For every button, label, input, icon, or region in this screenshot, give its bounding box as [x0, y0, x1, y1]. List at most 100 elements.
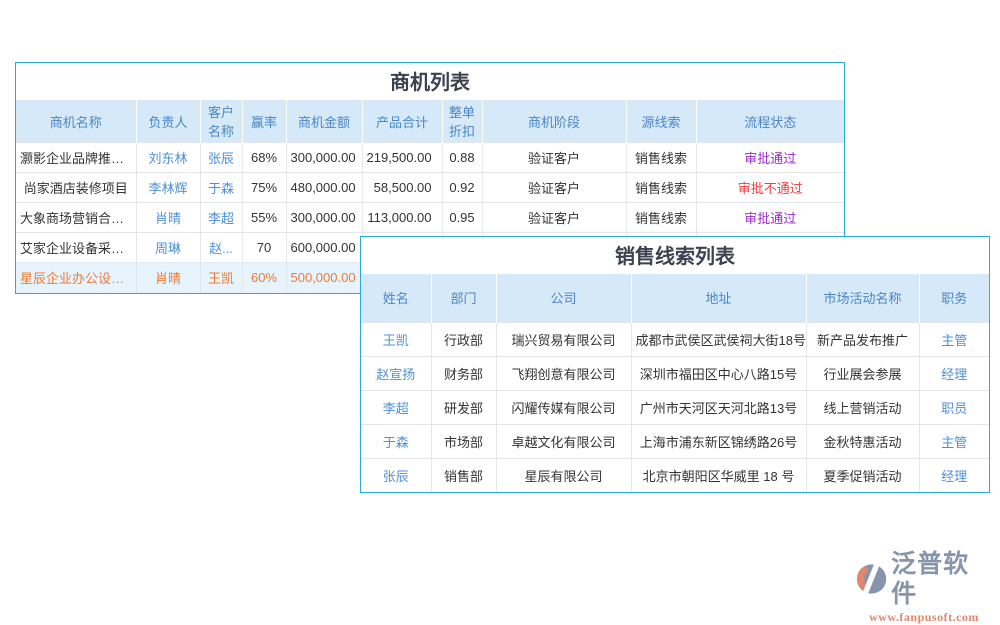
cell-department: 市场部: [431, 424, 496, 458]
column-header: 客户名称: [200, 100, 242, 143]
cell-company: 卓越文化有限公司: [496, 424, 631, 458]
fanpu-logo-icon: [856, 563, 887, 595]
cell-discount: 0.88: [442, 143, 482, 173]
cell-address: 广州市天河区天河北路13号: [631, 390, 806, 424]
cell-customer[interactable]: 于森: [200, 173, 242, 203]
cell-amount: 300,000.00: [286, 143, 362, 173]
cell-address: 成都市武侯区武侯祠大街18号: [631, 322, 806, 356]
cell-win_rate: 75%: [242, 173, 286, 203]
cell-amount: 300,000.00: [286, 203, 362, 233]
cell-customer[interactable]: 赵...: [200, 233, 242, 263]
cell-company: 飞翔创意有限公司: [496, 356, 631, 390]
cell-product_total: 113,000.00: [362, 203, 442, 233]
column-header: 部门: [431, 274, 496, 322]
cell-name[interactable]: 王凯: [361, 322, 431, 356]
column-header: 公司: [496, 274, 631, 322]
cell-name[interactable]: 于森: [361, 424, 431, 458]
cell-stage: 验证客户: [482, 203, 626, 233]
cell-campaign: 行业展会参展: [806, 356, 919, 390]
column-header: 赢率: [242, 100, 286, 143]
column-header: 姓名: [361, 274, 431, 322]
column-header: 负责人: [136, 100, 200, 143]
lead-row[interactable]: 赵宣扬财务部飞翔创意有限公司深圳市福田区中心八路15号行业展会参展经理: [361, 356, 989, 390]
column-header: 地址: [631, 274, 806, 322]
cell-customer[interactable]: 李超: [200, 203, 242, 233]
lead-row[interactable]: 于森市场部卓越文化有限公司上海市浦东新区锦绣路26号金秋特惠活动主管: [361, 424, 989, 458]
opportunity-row[interactable]: 灏影企业品牌推广...刘东林张辰68%300,000.00219,500.000…: [16, 143, 844, 173]
lead-row[interactable]: 王凯行政部瑞兴贸易有限公司成都市武侯区武侯祠大街18号新产品发布推广主管: [361, 322, 989, 356]
brand-website: www.fanpusoft.com: [856, 610, 992, 625]
cell-source: 销售线索: [626, 143, 696, 173]
column-header: 产品合计: [362, 100, 442, 143]
cell-discount: 0.95: [442, 203, 482, 233]
opportunity-header-row: 商机名称负责人客户名称赢率商机金额产品合计整单折扣商机阶段源线索流程状态: [16, 100, 844, 143]
cell-address: 北京市朝阳区华威里 18 号: [631, 458, 806, 492]
cell-stage: 验证客户: [482, 173, 626, 203]
column-header: 职务: [919, 274, 989, 322]
cell-source: 销售线索: [626, 203, 696, 233]
cell-campaign: 新产品发布推广: [806, 322, 919, 356]
cell-name: 星辰企业办公设备...: [16, 263, 136, 293]
cell-win_rate: 70: [242, 233, 286, 263]
leads-table: 姓名部门公司地址市场活动名称职务 王凯行政部瑞兴贸易有限公司成都市武侯区武侯祠大…: [361, 274, 989, 492]
cell-department: 研发部: [431, 390, 496, 424]
cell-company: 星辰有限公司: [496, 458, 631, 492]
cell-owner[interactable]: 周琳: [136, 233, 200, 263]
cell-job[interactable]: 经理: [919, 356, 989, 390]
opportunity-row[interactable]: 大象商场营销合作...肖晴李超55%300,000.00113,000.000.…: [16, 203, 844, 233]
column-header: 流程状态: [696, 100, 844, 143]
cell-name: 艾家企业设备采购...: [16, 233, 136, 263]
cell-amount: 600,000.00: [286, 233, 362, 263]
column-header: 整单折扣: [442, 100, 482, 143]
opportunity-row[interactable]: 尚家酒店装修项目李林辉于森75%480,000.0058,500.000.92验…: [16, 173, 844, 203]
cell-name[interactable]: 张辰: [361, 458, 431, 492]
brand-footer: 泛普软件 www.fanpusoft.com: [856, 549, 992, 625]
cell-owner[interactable]: 肖晴: [136, 203, 200, 233]
cell-customer[interactable]: 王凯: [200, 263, 242, 293]
column-header: 源线索: [626, 100, 696, 143]
lead-row[interactable]: 李超研发部闪耀传媒有限公司广州市天河区天河北路13号线上营销活动职员: [361, 390, 989, 424]
cell-source: 销售线索: [626, 173, 696, 203]
cell-job[interactable]: 主管: [919, 424, 989, 458]
cell-status[interactable]: 审批通过: [696, 203, 844, 233]
cell-job[interactable]: 经理: [919, 458, 989, 492]
cell-department: 销售部: [431, 458, 496, 492]
cell-product_total: 58,500.00: [362, 173, 442, 203]
cell-job[interactable]: 职员: [919, 390, 989, 424]
leads-table-title: 销售线索列表: [361, 237, 989, 274]
cell-owner[interactable]: 刘东林: [136, 143, 200, 173]
brand-name: 泛普软件: [891, 549, 992, 609]
cell-win_rate: 68%: [242, 143, 286, 173]
cell-amount: 480,000.00: [286, 173, 362, 203]
cell-name: 灏影企业品牌推广...: [16, 143, 136, 173]
cell-win_rate: 60%: [242, 263, 286, 293]
column-header: 商机名称: [16, 100, 136, 143]
cell-owner[interactable]: 肖晴: [136, 263, 200, 293]
cell-address: 深圳市福田区中心八路15号: [631, 356, 806, 390]
lead-row[interactable]: 张辰销售部星辰有限公司北京市朝阳区华威里 18 号夏季促销活动经理: [361, 458, 989, 492]
cell-win_rate: 55%: [242, 203, 286, 233]
cell-name: 大象商场营销合作...: [16, 203, 136, 233]
cell-company: 瑞兴贸易有限公司: [496, 322, 631, 356]
cell-company: 闪耀传媒有限公司: [496, 390, 631, 424]
leads-table-card: 销售线索列表 姓名部门公司地址市场活动名称职务 王凯行政部瑞兴贸易有限公司成都市…: [360, 236, 990, 493]
cell-owner[interactable]: 李林辉: [136, 173, 200, 203]
cell-status[interactable]: 审批通过: [696, 143, 844, 173]
cell-address: 上海市浦东新区锦绣路26号: [631, 424, 806, 458]
cell-campaign: 线上营销活动: [806, 390, 919, 424]
cell-stage: 验证客户: [482, 143, 626, 173]
cell-name[interactable]: 李超: [361, 390, 431, 424]
cell-job[interactable]: 主管: [919, 322, 989, 356]
cell-amount: 500,000.00: [286, 263, 362, 293]
cell-discount: 0.92: [442, 173, 482, 203]
leads-header-row: 姓名部门公司地址市场活动名称职务: [361, 274, 989, 322]
column-header: 市场活动名称: [806, 274, 919, 322]
cell-campaign: 夏季促销活动: [806, 458, 919, 492]
cell-status[interactable]: 审批不通过: [696, 173, 844, 203]
cell-name[interactable]: 赵宣扬: [361, 356, 431, 390]
cell-department: 行政部: [431, 322, 496, 356]
cell-department: 财务部: [431, 356, 496, 390]
opportunity-table-title: 商机列表: [16, 63, 844, 100]
cell-name: 尚家酒店装修项目: [16, 173, 136, 203]
cell-customer[interactable]: 张辰: [200, 143, 242, 173]
